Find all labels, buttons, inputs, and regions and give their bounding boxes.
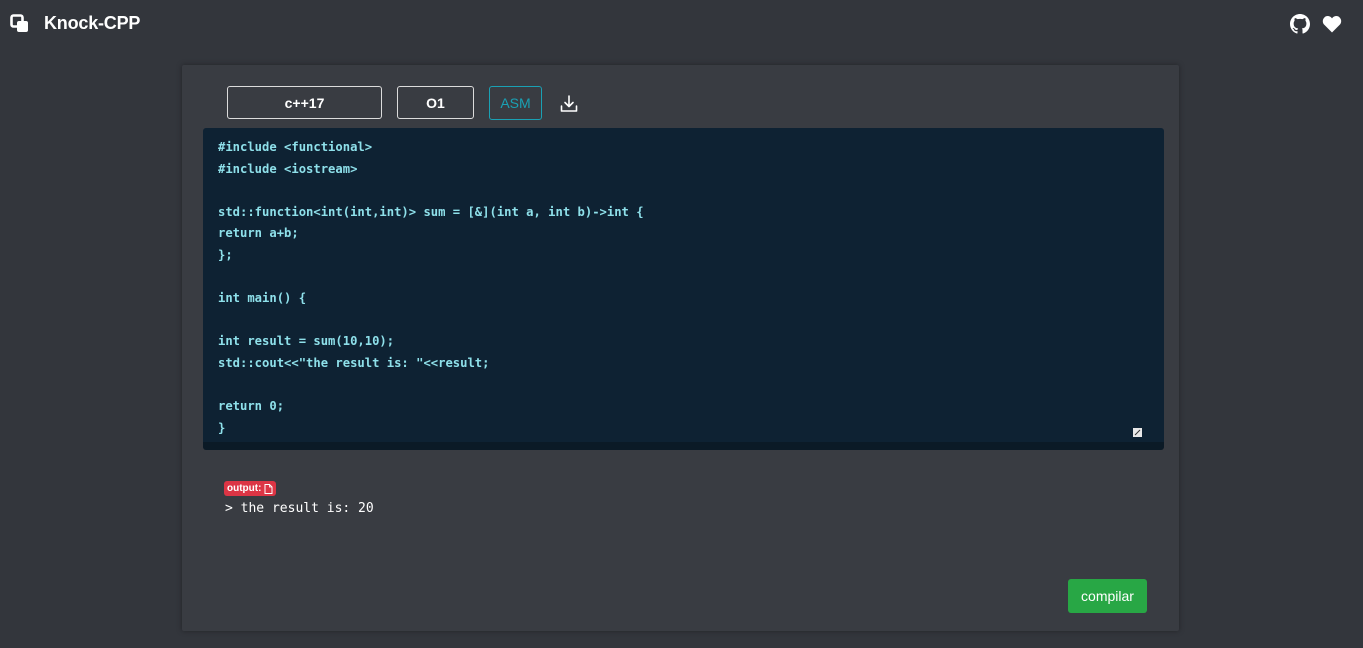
asm-button-label: ASM (500, 95, 531, 111)
code-content[interactable]: #include <functional> #include <iostream… (203, 128, 1164, 439)
navbar: Knock-CPP (0, 0, 1363, 50)
github-icon[interactable] (1290, 14, 1310, 34)
code-editor[interactable]: #include <functional> #include <iostream… (203, 128, 1164, 450)
logo-icon[interactable] (10, 14, 30, 34)
file-icon (264, 483, 273, 494)
download-icon[interactable] (559, 94, 579, 114)
output-badge-label: output: (227, 483, 262, 494)
standard-select-value: c++17 (284, 94, 325, 111)
output-badge: output: (224, 481, 277, 496)
compiler-card: c++17 O1 ASM #include <functional> #incl… (182, 65, 1179, 631)
heart-icon[interactable] (1322, 14, 1342, 34)
standard-select[interactable]: c++17 (227, 86, 382, 119)
compile-button[interactable]: compilar (1068, 579, 1147, 613)
compile-button-label: compilar (1081, 588, 1134, 604)
output-text: > the result is: 20 (225, 501, 374, 516)
asm-button[interactable]: ASM (489, 86, 542, 120)
optimization-select[interactable]: O1 (397, 86, 474, 119)
brand-title[interactable]: Knock-CPP (44, 13, 140, 34)
optimization-select-value: O1 (426, 94, 445, 111)
resize-handle[interactable] (1133, 428, 1142, 437)
